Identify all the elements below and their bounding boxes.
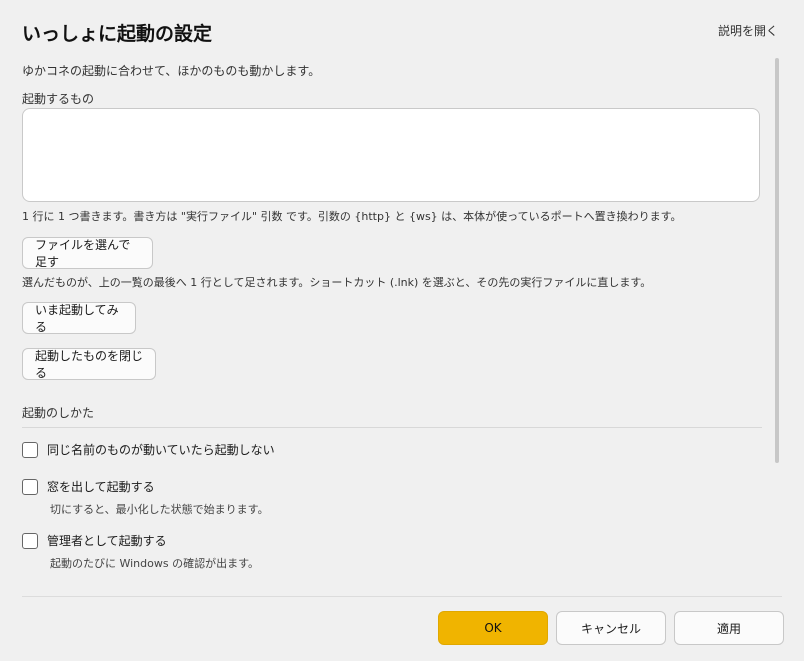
- scrollbar-thumb[interactable]: [775, 58, 779, 463]
- show-window-label: 窓を出して起動する: [47, 480, 155, 494]
- pick-file-hint: 選んだものが、上の一覧の最後へ 1 行として足されます。ショートカット (.ln…: [22, 276, 652, 289]
- run-as-admin-description: 起動のたびに Windows の確認が出ます。: [50, 557, 259, 570]
- cancel-button[interactable]: キャンセル: [556, 611, 666, 645]
- launch-list-label: 起動するもの: [22, 92, 95, 106]
- show-window-option[interactable]: 窓を出して起動する: [22, 478, 155, 495]
- skip-if-running-checkbox[interactable]: [22, 441, 38, 458]
- skip-if-running-label: 同じ名前のものが動いていたら起動しない: [47, 443, 275, 457]
- help-link[interactable]: 説明を開く: [718, 22, 778, 39]
- skip-if-running-option[interactable]: 同じ名前のものが動いていたら起動しない: [22, 441, 275, 458]
- launch-list-hint: 1 行に 1 つ書きます。書き方は "実行ファイル" 引数 です。引数の {ht…: [22, 210, 682, 223]
- close-launched-button[interactable]: 起動したものを閉じる: [22, 348, 156, 380]
- apply-button[interactable]: 適用: [674, 611, 784, 645]
- try-launch-button[interactable]: いま起動してみる: [22, 302, 136, 334]
- dialog-title: いっしょに起動の設定: [22, 23, 213, 45]
- show-window-description: 切にすると、最小化した状態で始まります。: [50, 503, 269, 516]
- dialog-description: ゆかコネの起動に合わせて、ほかのものも動かします。: [22, 64, 321, 78]
- run-as-admin-option[interactable]: 管理者として起動する: [22, 532, 167, 549]
- launch-list-textarea[interactable]: [22, 108, 760, 202]
- run-as-admin-checkbox[interactable]: [22, 532, 38, 549]
- ok-button[interactable]: OK: [438, 611, 548, 645]
- run-as-admin-label: 管理者として起動する: [47, 534, 167, 548]
- show-window-checkbox[interactable]: [22, 478, 38, 495]
- section-divider: [22, 427, 762, 428]
- pick-file-button[interactable]: ファイルを選んで足す: [22, 237, 153, 269]
- launch-options-heading: 起動のしかた: [22, 406, 95, 420]
- footer-divider: [22, 596, 782, 597]
